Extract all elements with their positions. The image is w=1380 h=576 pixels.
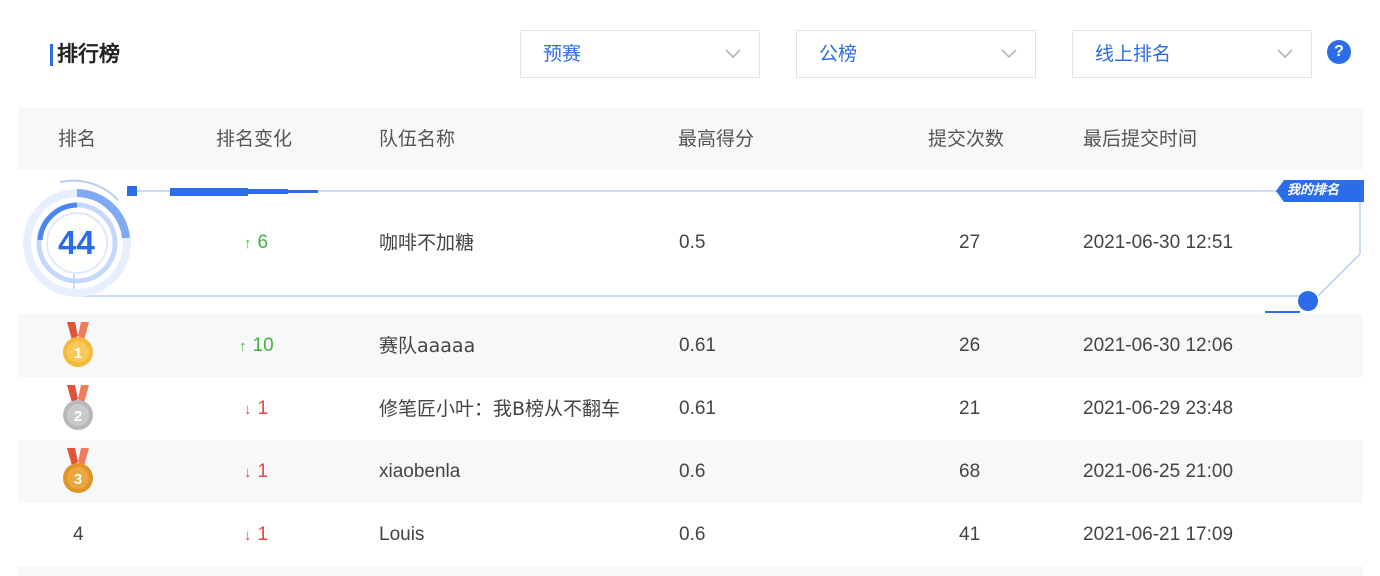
column-rank: 排名: [58, 128, 97, 150]
rank-change-value: 10: [252, 335, 274, 356]
team-name: 赛队aaaaa: [379, 335, 476, 357]
column-best-score: 最高得分: [678, 128, 755, 150]
rank-change: ↓ 1: [244, 523, 268, 548]
last-submit: 2021-06-30 12:06: [1083, 335, 1234, 356]
best-score: 0.6: [679, 461, 706, 482]
svg-text:2: 2: [74, 408, 82, 425]
rank-change-value: 1: [257, 524, 269, 545]
leaderboard-table: 排名 排名变化 队伍名称 最高得分 提交次数 最后提交时间: [18, 108, 1363, 170]
my-submissions: 27: [959, 232, 981, 253]
ranking-type-select[interactable]: 线上排名: [1072, 30, 1312, 78]
arrow-down-icon: ↓: [244, 527, 252, 544]
silver-medal-icon: 2: [63, 385, 93, 430]
arrow-down-icon: ↓: [244, 464, 252, 481]
svg-text:3: 3: [74, 471, 82, 488]
best-score: 0.6: [679, 524, 706, 545]
title-accent-bar: [50, 44, 53, 66]
stage-select[interactable]: 预赛: [520, 30, 760, 78]
help-icon[interactable]: ?: [1327, 40, 1351, 64]
table-row[interactable]: [18, 566, 1363, 576]
submissions: 26: [959, 335, 981, 356]
stage-select-value: 预赛: [543, 43, 582, 65]
arrow-up-icon: ↑: [244, 235, 252, 252]
svg-text:1: 1: [74, 345, 82, 362]
my-team-name: 咖啡不加糖: [379, 232, 475, 254]
my-rank-change: ↑ 6: [244, 231, 268, 256]
chevron-down-icon: [725, 49, 741, 59]
gold-medal-icon: 1: [63, 322, 93, 367]
last-submit: 2021-06-29 23:48: [1083, 398, 1234, 419]
table-header: 排名 排名变化 队伍名称 最高得分 提交次数 最后提交时间: [18, 108, 1363, 170]
my-best-score: 0.5: [679, 232, 706, 253]
submissions: 68: [959, 461, 981, 482]
column-submissions: 提交次数: [928, 128, 1005, 150]
column-team-name: 队伍名称: [379, 128, 456, 150]
rank-change-value: 1: [257, 461, 269, 482]
best-score: 0.61: [679, 335, 716, 356]
team-name: 修笔匠小叶：我B榜从不翻车: [379, 398, 621, 420]
rank-change-value: 1: [257, 398, 269, 419]
my-rank-change-value: 6: [257, 232, 269, 253]
board-select[interactable]: 公榜: [796, 30, 1036, 78]
chevron-down-icon: [1001, 49, 1017, 59]
bronze-medal-icon: 3: [63, 448, 93, 493]
chevron-down-icon: [1277, 49, 1293, 59]
team-name: Louis: [379, 524, 425, 545]
rank-change: ↑ 10: [239, 334, 274, 359]
leaderboard-header: 排行榜 预赛 公榜 线上排名 ?: [0, 0, 1380, 100]
column-last-submit: 最后提交时间: [1083, 128, 1198, 150]
my-rank-number: 44: [58, 224, 95, 261]
last-submit: 2021-06-21 17:09: [1083, 524, 1234, 545]
my-rank-badge-label: 我的排名: [1287, 183, 1340, 198]
arrow-up-icon: ↑: [239, 338, 247, 355]
board-select-value: 公榜: [819, 43, 858, 65]
rank-change: ↓ 1: [244, 460, 268, 485]
team-name: xiaobenla: [379, 461, 461, 482]
ranking-type-select-value: 线上排名: [1095, 43, 1172, 65]
best-score: 0.61: [679, 398, 716, 419]
submissions: 41: [959, 524, 981, 545]
submissions: 21: [959, 398, 981, 419]
arrow-down-icon: ↓: [244, 401, 252, 418]
last-submit: 2021-06-25 21:00: [1083, 461, 1234, 482]
rank-number: 4: [73, 524, 84, 545]
column-rank-change: 排名变化: [216, 128, 293, 150]
page-title: 排行榜: [57, 42, 120, 66]
my-last-submit: 2021-06-30 12:51: [1083, 232, 1234, 253]
rank-change: ↓ 1: [244, 397, 268, 422]
